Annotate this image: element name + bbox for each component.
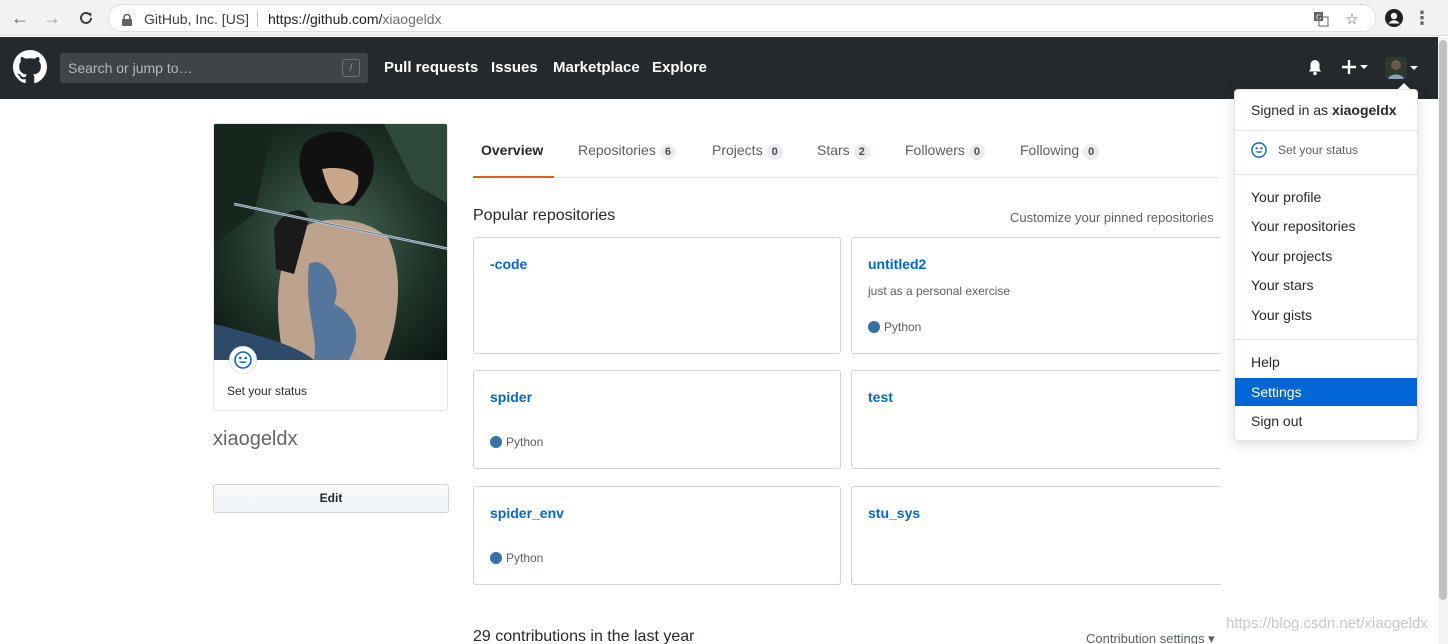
- user-dropdown-menu: Signed in as xiaogeldx Set your status Y…: [1234, 89, 1418, 441]
- tab-stars[interactable]: Stars 2: [817, 142, 870, 160]
- repo-language: Python: [490, 435, 543, 449]
- tab-followers[interactable]: Followers 0: [905, 142, 986, 160]
- dropdown-set-status[interactable]: Set your status: [1251, 142, 1358, 158]
- nav-explore[interactable]: Explore: [652, 59, 707, 76]
- smiley-icon: [1251, 142, 1267, 158]
- search-shortcut-hint: /: [342, 59, 360, 77]
- repo-card: spider_env Python: [473, 486, 841, 585]
- menu-your-stars[interactable]: Your stars: [1235, 271, 1417, 299]
- account-icon[interactable]: [1382, 6, 1406, 30]
- menu-your-projects[interactable]: Your projects: [1235, 242, 1417, 270]
- github-logo-icon[interactable]: [13, 50, 47, 89]
- stars-count: 2: [853, 144, 870, 160]
- contributions-heading: 29 contributions in the last year: [473, 628, 695, 644]
- repo-link[interactable]: stu_sys: [868, 505, 920, 521]
- set-status-link[interactable]: Set your status: [227, 384, 307, 398]
- address-separator: [257, 11, 258, 27]
- tab-projects[interactable]: Projects 0: [712, 142, 783, 160]
- repo-language: Python: [868, 320, 921, 334]
- repo-link[interactable]: spider: [490, 389, 532, 405]
- contribution-settings-dropdown[interactable]: Contribution settings ▾: [1086, 631, 1215, 644]
- python-language-dot: [490, 552, 502, 564]
- bookmark-star-icon[interactable]: ☆: [1342, 9, 1362, 29]
- address-bar[interactable]: GitHub, Inc. [US] https://github.com/xia…: [108, 4, 1376, 32]
- browser-menu-icon[interactable]: ⋮: [1410, 6, 1434, 30]
- repo-link[interactable]: untitled2: [868, 256, 926, 272]
- tab-repositories[interactable]: Repositories 6: [578, 142, 676, 160]
- search-input[interactable]: [60, 53, 368, 83]
- watermark-text: https://blog.csdn.net/xiaogeldx: [1226, 615, 1428, 632]
- reload-icon[interactable]: [74, 6, 98, 30]
- nav-issues[interactable]: Issues: [491, 59, 538, 76]
- site-identity: GitHub, Inc. [US]: [144, 11, 250, 27]
- edit-profile-button[interactable]: Edit: [213, 484, 449, 513]
- search-box[interactable]: /: [60, 53, 368, 83]
- back-icon[interactable]: ←: [8, 6, 32, 30]
- selected-tab-indicator: [473, 176, 554, 178]
- profile-photo[interactable]: [214, 124, 448, 360]
- repo-card: spider Python: [473, 370, 841, 469]
- followers-count: 0: [968, 144, 986, 160]
- repositories-count: 6: [659, 144, 676, 160]
- dropdown-divider: [1235, 339, 1417, 340]
- browser-toolbar: ← → GitHub, Inc. [US] https://github.com…: [0, 0, 1448, 36]
- tab-following[interactable]: Following 0: [1020, 142, 1100, 160]
- python-language-dot: [868, 321, 880, 333]
- repo-card: test: [851, 370, 1221, 469]
- plus-icon[interactable]: [1341, 57, 1371, 82]
- python-language-dot: [490, 436, 502, 448]
- repo-description: just as a personal exercise: [868, 284, 1011, 298]
- tab-overview[interactable]: Overview: [481, 142, 543, 158]
- nav-marketplace[interactable]: Marketplace: [553, 59, 640, 76]
- menu-your-profile[interactable]: Your profile: [1235, 183, 1417, 211]
- forward-icon[interactable]: →: [40, 6, 64, 30]
- bell-icon[interactable]: [1307, 59, 1323, 81]
- popular-repositories-heading: Popular repositories: [473, 207, 616, 224]
- nav-pull-requests[interactable]: Pull requests: [384, 59, 478, 76]
- repo-card: untitled2 just as a personal exercise Py…: [851, 237, 1221, 354]
- projects-count: 0: [766, 144, 783, 160]
- status-emoji-icon[interactable]: [229, 346, 257, 374]
- repo-language: Python: [490, 551, 543, 565]
- github-header: / Pull requests Issues Marketplace Explo…: [0, 37, 1448, 99]
- menu-your-repositories[interactable]: Your repositories: [1235, 212, 1417, 240]
- lock-icon: [122, 13, 132, 31]
- signed-in-as: Signed in as xiaogeldx: [1251, 102, 1397, 118]
- scrollbar-thumb[interactable]: [1439, 40, 1447, 600]
- translate-icon[interactable]: G: [1311, 9, 1331, 29]
- menu-help[interactable]: Help: [1235, 348, 1417, 376]
- repo-card: stu_sys: [851, 486, 1221, 585]
- url-text[interactable]: https://github.com/xiaogeldx: [268, 11, 442, 27]
- profile-avatar-card: Set your status: [213, 123, 448, 411]
- profile-tabs: Overview Repositories 6 Projects 0 Stars 2 …: [473, 124, 1219, 178]
- menu-sign-out[interactable]: Sign out: [1235, 407, 1417, 435]
- menu-your-gists[interactable]: Your gists: [1235, 301, 1417, 329]
- dropdown-divider: [1235, 130, 1417, 131]
- repo-card: -code: [473, 237, 841, 354]
- following-count: 0: [1083, 144, 1100, 160]
- repo-link[interactable]: test: [868, 389, 893, 405]
- dropdown-divider: [1235, 174, 1417, 175]
- menu-settings[interactable]: Settings: [1235, 378, 1417, 406]
- repo-link[interactable]: -code: [490, 256, 527, 272]
- customize-pins-link[interactable]: Customize your pinned repositories: [1010, 210, 1214, 225]
- repo-link[interactable]: spider_env: [490, 505, 564, 521]
- user-avatar-menu[interactable]: [1385, 57, 1419, 84]
- profile-username: xiaogeldx: [213, 428, 298, 450]
